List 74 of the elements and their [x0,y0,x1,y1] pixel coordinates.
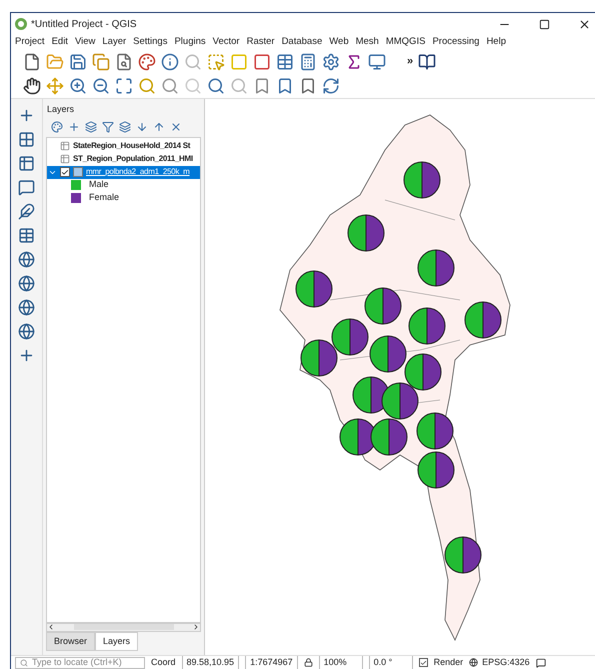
layer-row[interactable]: StateRegion_HouseHold_2014 St [47,140,200,152]
menu-item[interactable]: Raster [246,34,275,50]
info-icon[interactable] [161,52,179,70]
layer-tool-icon[interactable] [119,120,131,132]
panel-title: Layers [46,103,76,116]
layer-tool-icon[interactable] [85,120,97,132]
menu-item[interactable]: Edit [52,34,68,50]
messages-icon[interactable] [536,658,546,668]
style-icon[interactable] [138,52,156,70]
close-icon[interactable] [578,18,591,30]
layer-tool-icon[interactable] [51,120,63,132]
legend-label: Male [89,178,109,192]
polygon-layer-icon [73,167,83,177]
refresh-icon[interactable] [322,77,340,95]
layer-name: mmr_polbnda2_adm1_250k_m [86,166,190,178]
layer-row[interactable]: mmr_polbnda2_adm1_250k_m [47,166,200,178]
new-file-icon[interactable] [23,52,41,70]
table-icon[interactable] [276,52,294,70]
layer-tool-icon[interactable] [136,120,148,132]
menu-item[interactable]: View [74,34,96,50]
menu-item[interactable]: Vector [212,34,240,50]
menu-item[interactable]: Layer [102,34,126,50]
globe-icon [469,658,478,667]
document-search-icon[interactable] [115,52,133,70]
layer-name: ST_Region_Population_2011_HMI [73,153,193,165]
panel-tab[interactable]: Browser [46,632,96,651]
legend-label: Female [89,191,120,204]
new-bookmark-icon[interactable] [276,77,294,95]
save-icon[interactable] [69,52,87,70]
layer-tool-icon[interactable] [68,120,80,132]
zoom-in-icon[interactable] [69,77,87,95]
render-checkbox[interactable] [418,658,428,667]
maximize-icon[interactable] [539,18,550,30]
menu-item[interactable]: Mesh [356,34,379,50]
overflow-button[interactable]: » [407,53,414,70]
zoom-out-icon[interactable] [92,77,110,95]
layer-tool-icon[interactable] [102,120,114,132]
panel-tab[interactable]: Layers [95,632,138,651]
lock-icon[interactable] [304,658,313,667]
search-icon [20,658,28,666]
show-bookmarks-icon[interactable] [299,77,317,95]
menu-item[interactable]: Database [282,34,322,50]
pan-icon[interactable] [23,77,41,95]
coordinate-field[interactable]: 89.58,10.95 [182,656,240,669]
layer-checkbox[interactable] [60,167,70,177]
menu-item[interactable]: Web [329,34,349,50]
crs-button[interactable]: EPSG:4326 [469,656,530,669]
table-layer-icon [60,141,70,151]
monitor-icon[interactable] [368,52,386,70]
calculator-icon[interactable] [299,52,317,70]
window-title: *Untitled Project - QGIS [31,18,137,32]
menu-item[interactable]: Plugins [174,34,206,50]
scroll-left-icon[interactable] [47,623,55,631]
menu-item[interactable]: Processing [432,34,480,50]
bookmark-icon[interactable] [253,77,271,95]
layer-row[interactable]: ST_Region_Population_2011_HMI [47,152,200,166]
render-label: Render [434,656,464,669]
magnifier-field[interactable]: 100% [318,656,363,669]
menu-item[interactable]: Project [15,34,45,50]
app-logo-icon [15,18,27,30]
scroll-right-icon[interactable] [192,623,200,631]
layer-tool-icon[interactable] [153,120,165,132]
settings-icon[interactable] [322,52,340,70]
locator-field[interactable]: Type to locate (Ctrl+K) [15,656,145,668]
layer-name: StateRegion_HouseHold_2014 St [73,140,190,152]
layer-tool-icon[interactable] [170,120,182,132]
table-layer-icon [60,154,70,164]
menu-item[interactable]: MMQGIS [386,34,426,50]
menu-item[interactable]: Settings [133,34,168,50]
rotation-field[interactable]: 0.0 ° [368,656,413,669]
menu-item[interactable]: Help [486,34,506,50]
scale-field[interactable]: 1:7674967 [245,656,298,669]
coordinate-label: Coord [151,656,176,669]
copy-icon[interactable] [92,52,110,70]
